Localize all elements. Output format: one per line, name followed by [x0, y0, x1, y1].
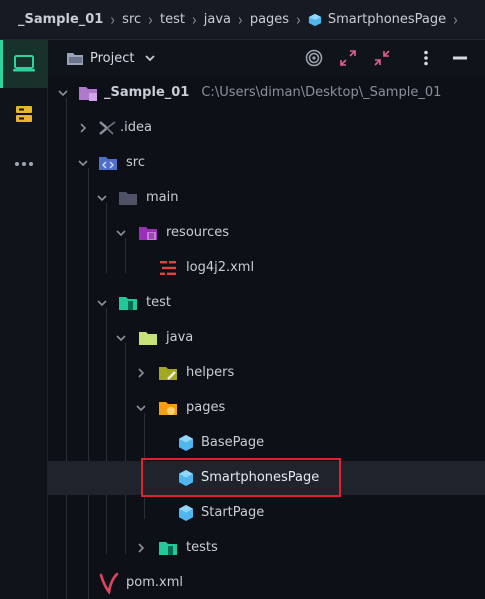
project-tree: _Sample_01 C:\Users\diman\Desktop\_Sample…: [48, 76, 485, 599]
chevron-right-icon: ›: [453, 9, 458, 30]
resources-folder-icon: [139, 227, 157, 240]
structure-view-button[interactable]: [0, 90, 48, 138]
breadcrumb-item-java[interactable]: java: [204, 12, 231, 27]
breadcrumb: _Sample_01 › src › test › java › pages ›…: [0, 0, 485, 40]
chevron-down-icon: [58, 90, 68, 97]
helpers-folder-icon: [159, 367, 177, 380]
chevron-down-icon[interactable]: [144, 53, 156, 63]
more-horizontal-icon: [15, 162, 33, 166]
tree-item-resources[interactable]: resources: [48, 216, 485, 250]
folder-icon: [119, 192, 137, 205]
tree-item-basepage[interactable]: BasePage: [48, 426, 485, 460]
tree-item-label: java: [166, 330, 194, 345]
idea-icon: [99, 121, 116, 135]
activity-bar: [0, 40, 48, 599]
chevron-right-icon: ›: [148, 9, 153, 30]
tree-item-src[interactable]: src: [48, 146, 485, 180]
tree-item-project-root[interactable]: _Sample_01 C:\Users\diman\Desktop\_Sample…: [48, 76, 485, 110]
tree-item-label: BasePage: [201, 435, 265, 450]
options-button[interactable]: [416, 48, 436, 68]
project-path: C:\Users\diman\Desktop\_Sample_01: [201, 85, 442, 100]
tree-item-main[interactable]: main: [48, 181, 485, 215]
locate-button[interactable]: [304, 48, 324, 68]
project-view-button[interactable]: [0, 40, 48, 88]
more-tools-button[interactable]: [0, 140, 48, 188]
tree-item-label: src: [126, 155, 145, 170]
breadcrumb-item-project[interactable]: _Sample_01: [18, 12, 103, 27]
chevron-right-icon: [80, 123, 87, 133]
package-folder-icon: [139, 332, 157, 345]
tree-item-label: main: [146, 190, 179, 205]
tree-item-label: _Sample_01: [104, 85, 190, 100]
chevron-right-icon: ›: [296, 9, 301, 30]
target-icon: [305, 49, 323, 67]
hide-button[interactable]: [450, 48, 470, 68]
more-vertical-icon: [424, 50, 428, 66]
class-icon: [179, 505, 193, 521]
tree-item-java[interactable]: java: [48, 321, 485, 355]
minimize-icon: [453, 56, 467, 60]
breadcrumb-item-src[interactable]: src: [122, 12, 141, 27]
test-folder-icon: [119, 297, 137, 310]
tree-item-label: .idea: [120, 120, 152, 135]
tree-item-label: log4j2.xml: [186, 260, 255, 275]
chevron-right-icon: ›: [191, 9, 197, 30]
pages-folder-icon: [159, 402, 177, 415]
tree-item-label: pom.xml: [126, 575, 183, 590]
class-icon: [308, 13, 321, 26]
module-folder-icon: [79, 87, 97, 101]
xml-file-icon: [160, 261, 176, 275]
chevron-down-icon: [78, 160, 88, 167]
expand-all-button[interactable]: [338, 48, 358, 68]
chevron-down-icon: [97, 195, 107, 202]
source-folder-icon: [99, 157, 117, 170]
folder-icon: [67, 53, 83, 65]
breadcrumb-item-test[interactable]: test: [160, 12, 185, 27]
database-icon: [16, 106, 32, 122]
chevron-right-icon: ›: [238, 9, 243, 30]
breadcrumb-item-smartphonespage[interactable]: SmartphonesPage: [328, 12, 446, 27]
class-icon: [179, 435, 193, 451]
tree-item-idea[interactable]: .idea: [48, 111, 485, 145]
tree-item-label: pages: [186, 400, 226, 415]
toolwindow-title[interactable]: Project: [90, 51, 134, 66]
tree-item-label: helpers: [186, 365, 235, 380]
tree-item-startpage[interactable]: StartPage: [48, 496, 485, 530]
chevron-right-icon: ›: [110, 9, 116, 30]
expand-icon: [340, 50, 356, 66]
tree-item-label: StartPage: [201, 505, 265, 520]
tests-folder-icon: [159, 542, 177, 555]
collapse-icon: [374, 50, 390, 66]
tree-item-pages[interactable]: pages: [48, 391, 485, 425]
chevron-down-icon: [116, 230, 126, 237]
collapse-all-button[interactable]: [372, 48, 392, 68]
maven-icon: [99, 572, 119, 594]
tree-item-log4j2[interactable]: log4j2.xml: [48, 251, 485, 285]
tree-item-label: resources: [166, 225, 230, 240]
tree-item-pom[interactable]: pom.xml: [48, 566, 485, 599]
chevron-down-icon: [97, 300, 107, 307]
tree-item-helpers[interactable]: helpers: [48, 356, 485, 390]
tree-item-tests[interactable]: tests: [48, 531, 485, 565]
laptop-icon: [13, 55, 35, 72]
tree-item-label: tests: [186, 540, 218, 555]
chevron-down-icon: [116, 335, 126, 342]
chevron-right-icon: [138, 543, 145, 553]
tree-item-label: test: [146, 295, 171, 310]
chevron-down-icon: [136, 405, 146, 412]
breadcrumb-item-pages[interactable]: pages: [250, 12, 289, 27]
tree-item-test[interactable]: test: [48, 286, 485, 320]
highlight-box: [141, 458, 341, 497]
project-toolwindow-header: Project: [48, 40, 485, 76]
chevron-right-icon: [138, 368, 145, 378]
